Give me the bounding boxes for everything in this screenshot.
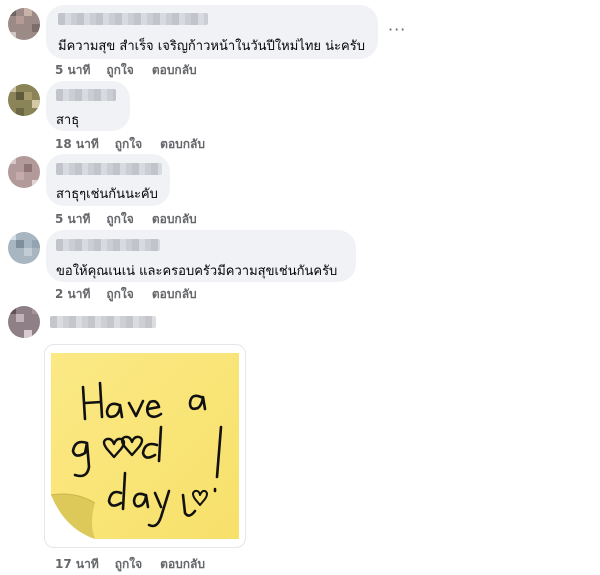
commenter-name-redacted[interactable]: [56, 239, 160, 251]
comment-actions: 17 นาที ถูกใจ ตอบกลับ: [55, 555, 223, 574]
commenter-name-redacted[interactable]: [56, 89, 116, 101]
sticky-note-sticker: [50, 353, 239, 539]
like-button[interactable]: ถูกใจ: [106, 63, 133, 77]
comment-bubble: สาธุ: [46, 81, 130, 131]
comment-timestamp[interactable]: 18 นาที: [55, 137, 99, 151]
comment-actions: 5 นาที ถูกใจ ตอบกลับ: [55, 210, 215, 229]
comment-text: ขอให้คุณเนเน่ และครอบครัวมีความสุขเช่นกั…: [56, 264, 338, 279]
comment-actions: 5 นาที ถูกใจ ตอบกลับ: [55, 61, 215, 80]
reply-button[interactable]: ตอบกลับ: [160, 137, 205, 151]
comment-timestamp[interactable]: 2 นาที: [55, 287, 90, 301]
comment-timestamp[interactable]: 17 นาที: [55, 557, 99, 571]
more-options-icon[interactable]: ···: [388, 20, 406, 39]
comment-bubble: สาธุๆเช่นกันนะคับ: [46, 154, 170, 206]
comment-bubble: ขอให้คุณเนเน่ และครอบครัวมีความสุขเช่นกั…: [46, 230, 356, 282]
like-button[interactable]: ถูกใจ: [106, 287, 133, 301]
reply-button[interactable]: ตอบกลับ: [152, 212, 197, 226]
like-button[interactable]: ถูกใจ: [106, 212, 133, 226]
comment-text: สาธุ: [56, 113, 80, 128]
comment-actions: 18 นาที ถูกใจ ตอบกลับ: [55, 135, 223, 154]
avatar[interactable]: [8, 156, 40, 188]
like-button[interactable]: ถูกใจ: [115, 137, 142, 151]
sticky-note-curl: [51, 494, 95, 539]
comment-actions: 2 นาที ถูกใจ ตอบกลับ: [55, 285, 215, 304]
avatar[interactable]: [8, 306, 40, 338]
commenter-name-redacted[interactable]: [50, 316, 156, 328]
reply-button[interactable]: ตอบกลับ: [152, 287, 197, 301]
avatar[interactable]: [8, 84, 40, 116]
sticker-attachment[interactable]: [44, 344, 246, 548]
commenter-name-redacted[interactable]: [56, 163, 162, 175]
comment-timestamp[interactable]: 5 นาที: [55, 63, 90, 77]
commenter-name-redacted[interactable]: [58, 13, 208, 25]
reply-button[interactable]: ตอบกลับ: [160, 557, 205, 571]
reply-button[interactable]: ตอบกลับ: [152, 63, 197, 77]
comment-timestamp[interactable]: 5 นาที: [55, 212, 90, 226]
avatar[interactable]: [8, 232, 40, 264]
avatar[interactable]: [8, 8, 40, 40]
comment-text: มีความสุข สำเร็จ เจริญก้าวหน้าในวันปีใหม…: [58, 39, 365, 54]
comment-bubble: มีความสุข สำเร็จ เจริญก้าวหน้าในวันปีใหม…: [46, 5, 378, 59]
like-button[interactable]: ถูกใจ: [115, 557, 142, 571]
comment-text: สาธุๆเช่นกันนะคับ: [56, 187, 158, 202]
